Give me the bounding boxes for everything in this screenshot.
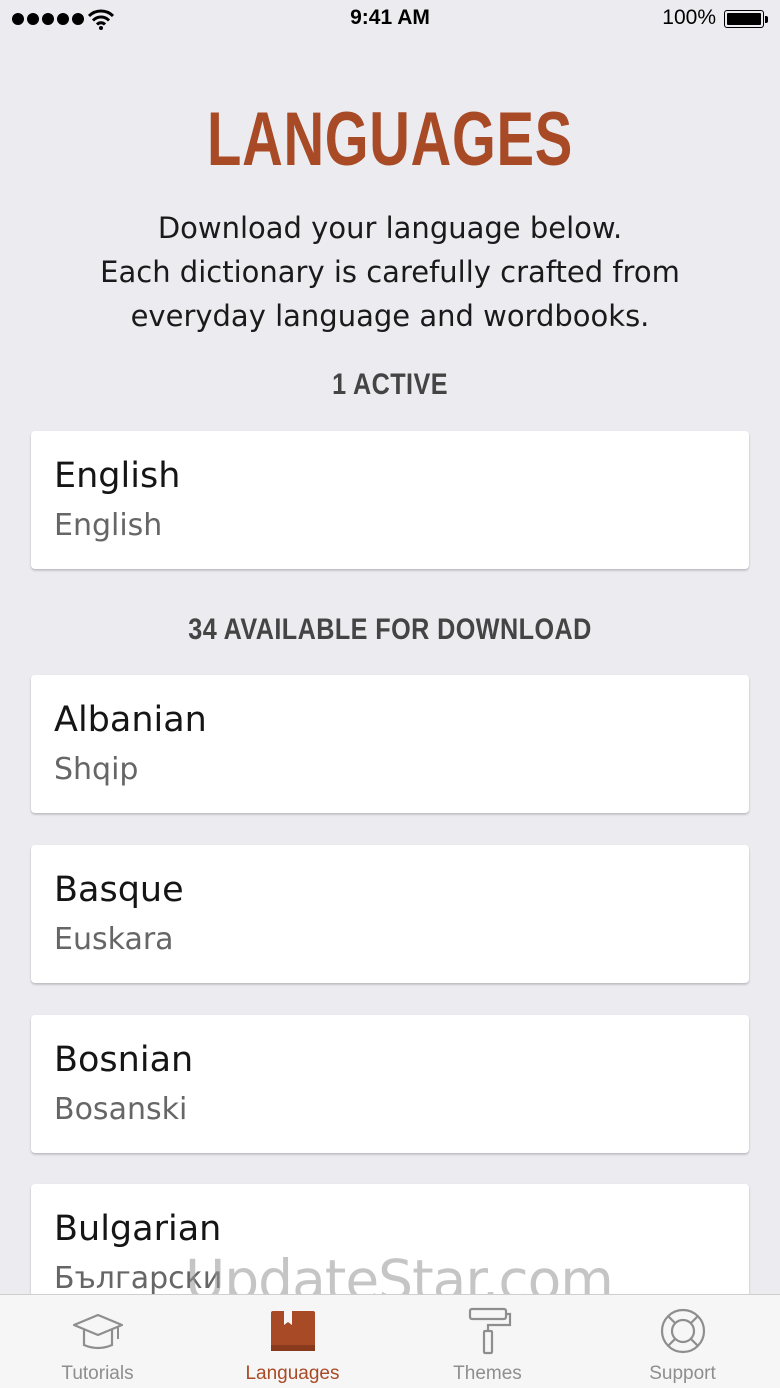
intro-line: Download your language below. bbox=[157, 211, 623, 245]
language-native-name: English bbox=[54, 508, 163, 543]
language-card-albanian[interactable]: Albanian Shqip bbox=[31, 675, 749, 813]
tab-languages[interactable]: Languages bbox=[195, 1295, 390, 1388]
intro-line: Each dictionary is carefully crafted fro… bbox=[100, 255, 680, 289]
lifebuoy-icon bbox=[660, 1308, 706, 1354]
battery-percentage: 100% bbox=[662, 6, 716, 29]
language-native-name: Shqip bbox=[54, 752, 139, 787]
download-section-heading: 34 AVAILABLE FOR DOWNLOAD bbox=[188, 613, 592, 646]
language-name: Bosnian bbox=[54, 1040, 194, 1080]
page-title: LANGUAGES bbox=[207, 97, 573, 182]
paint-roller-icon bbox=[468, 1307, 512, 1355]
language-name: English bbox=[54, 456, 181, 496]
tab-support[interactable]: Support bbox=[585, 1295, 780, 1388]
tab-label: Languages bbox=[245, 1363, 340, 1384]
language-card-basque[interactable]: Basque Euskara bbox=[31, 845, 749, 983]
language-name: Albanian bbox=[54, 700, 207, 740]
book-icon bbox=[271, 1311, 315, 1351]
language-card-bosnian[interactable]: Bosnian Bosanski bbox=[31, 1015, 749, 1153]
language-native-name: Bosanski bbox=[54, 1092, 188, 1127]
language-card-english[interactable]: English English bbox=[31, 431, 749, 569]
intro-text: Download your language below. Each dicti… bbox=[0, 206, 780, 338]
tab-label: Tutorials bbox=[61, 1363, 134, 1384]
language-name: Bulgarian bbox=[54, 1209, 222, 1249]
language-native-name: Euskara bbox=[54, 922, 174, 957]
tab-label: Themes bbox=[453, 1363, 522, 1384]
graduation-cap-icon bbox=[72, 1313, 124, 1350]
language-name: Basque bbox=[54, 870, 184, 910]
tab-tutorials[interactable]: Tutorials bbox=[0, 1295, 195, 1388]
tab-bar: Tutorials Languages Themes Support bbox=[0, 1294, 780, 1388]
status-bar: 9:41 AM 100% bbox=[0, 0, 780, 40]
tab-themes[interactable]: Themes bbox=[390, 1295, 585, 1388]
tab-label: Support bbox=[649, 1363, 716, 1384]
intro-line: everyday language and wordbooks. bbox=[130, 299, 650, 333]
battery-icon bbox=[724, 10, 768, 30]
active-section-heading: 1 ACTIVE bbox=[332, 368, 448, 401]
